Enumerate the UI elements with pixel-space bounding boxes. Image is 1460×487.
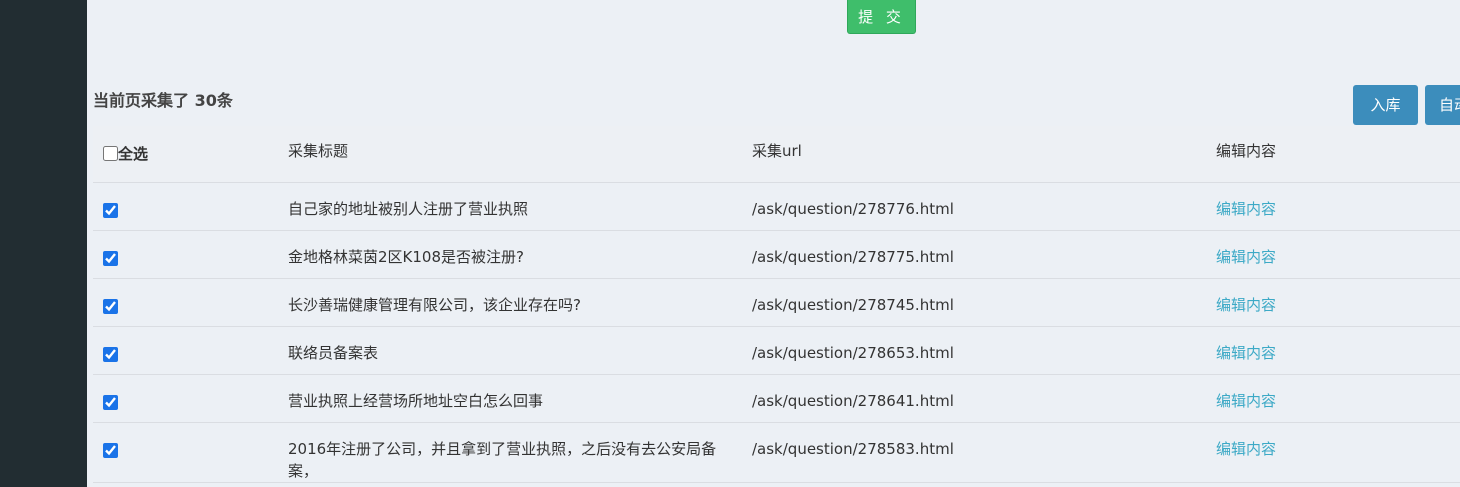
url-column-header: 采集url — [752, 142, 802, 160]
row-url: /ask/question/278775.html — [752, 247, 954, 266]
submit-button[interactable]: 提 交 — [847, 0, 916, 34]
row-check-cell — [93, 230, 288, 278]
edit-content-link[interactable]: 编辑内容 — [1216, 248, 1276, 266]
row-title-cell: 金地格林菜茵2区K108是否被注册? — [288, 230, 752, 278]
collected-items-table: 全选 采集标题 采集url 编辑内容 自己家的地址被别人注册了营业执照 /ask… — [93, 126, 1460, 483]
sidebar — [0, 0, 87, 487]
row-url: /ask/question/278776.html — [752, 199, 954, 218]
row-check-cell — [93, 374, 288, 422]
table-row: 长沙善瑞健康管理有限公司，该企业存在吗? /ask/question/27874… — [93, 278, 1460, 326]
row-edit-cell: 编辑内容 — [1216, 422, 1460, 482]
row-checkbox[interactable] — [103, 298, 118, 314]
row-edit-cell: 编辑内容 — [1216, 278, 1460, 326]
row-check-cell — [93, 422, 288, 482]
select-all-label: 全选 — [118, 145, 149, 163]
table-row: 2016年注册了公司，并且拿到了营业执照，之后没有去公安局备案， /ask/qu… — [93, 422, 1460, 482]
row-edit-cell: 编辑内容 — [1216, 182, 1460, 230]
row-url: /ask/question/278583.html — [752, 439, 954, 458]
row-check-cell — [93, 278, 288, 326]
row-title-cell: 营业执照上经营场所地址空白怎么回事 — [288, 374, 752, 422]
row-url: /ask/question/278653.html — [752, 343, 954, 362]
row-edit-cell: 编辑内容 — [1216, 326, 1460, 374]
table-row: 联络员备案表 /ask/question/278653.html 编辑内容 — [93, 326, 1460, 374]
table-row: 自己家的地址被别人注册了营业执照 /ask/question/278776.ht… — [93, 182, 1460, 230]
row-checkbox[interactable] — [103, 346, 118, 362]
table-header-row: 全选 采集标题 采集url 编辑内容 — [93, 126, 1460, 182]
row-title-cell: 长沙善瑞健康管理有限公司，该企业存在吗? — [288, 278, 752, 326]
select-all-header: 全选 — [93, 126, 288, 182]
row-title: 自己家的地址被别人注册了营业执照 — [288, 199, 529, 218]
edit-content-link[interactable]: 编辑内容 — [1216, 296, 1276, 314]
row-title-cell: 2016年注册了公司，并且拿到了营业执照，之后没有去公安局备案， — [288, 422, 752, 482]
edit-content-link[interactable]: 编辑内容 — [1216, 440, 1276, 458]
row-title: 2016年注册了公司，并且拿到了营业执照，之后没有去公安局备案， — [288, 439, 717, 480]
row-edit-cell: 编辑内容 — [1216, 230, 1460, 278]
edit-content-link[interactable]: 编辑内容 — [1216, 344, 1276, 362]
edit-column-header: 编辑内容 — [1216, 142, 1277, 160]
row-checkbox[interactable] — [103, 250, 118, 266]
row-check-cell — [93, 182, 288, 230]
row-check-cell — [93, 326, 288, 374]
row-checkbox[interactable] — [103, 202, 118, 218]
main-content: 提 交 当前页采集了 30条 入库 自动 全选 采集标题 采集url 编辑内容 … — [87, 0, 1460, 487]
row-url: /ask/question/278745.html — [752, 295, 954, 314]
import-button[interactable]: 入库 — [1353, 85, 1418, 125]
row-title-cell: 联络员备案表 — [288, 326, 752, 374]
row-title: 长沙善瑞健康管理有限公司，该企业存在吗? — [288, 295, 581, 314]
auto-button[interactable]: 自动 — [1425, 85, 1460, 125]
row-checkbox[interactable] — [103, 442, 118, 458]
select-all-checkbox[interactable] — [103, 146, 118, 161]
row-edit-cell: 编辑内容 — [1216, 374, 1460, 422]
row-title: 联络员备案表 — [288, 343, 379, 362]
table-row: 营业执照上经营场所地址空白怎么回事 /ask/question/278641.h… — [93, 374, 1460, 422]
title-column-header: 采集标题 — [288, 142, 349, 160]
row-checkbox[interactable] — [103, 394, 118, 410]
row-title: 金地格林菜茵2区K108是否被注册? — [288, 247, 524, 266]
edit-content-link[interactable]: 编辑内容 — [1216, 392, 1276, 410]
table-row: 金地格林菜茵2区K108是否被注册? /ask/question/278775.… — [93, 230, 1460, 278]
row-title-cell: 自己家的地址被别人注册了营业执照 — [288, 182, 752, 230]
edit-content-link[interactable]: 编辑内容 — [1216, 200, 1276, 218]
row-title: 营业执照上经营场所地址空白怎么回事 — [288, 391, 544, 410]
collected-count-summary: 当前页采集了 30条 — [93, 91, 233, 110]
row-url: /ask/question/278641.html — [752, 391, 954, 410]
